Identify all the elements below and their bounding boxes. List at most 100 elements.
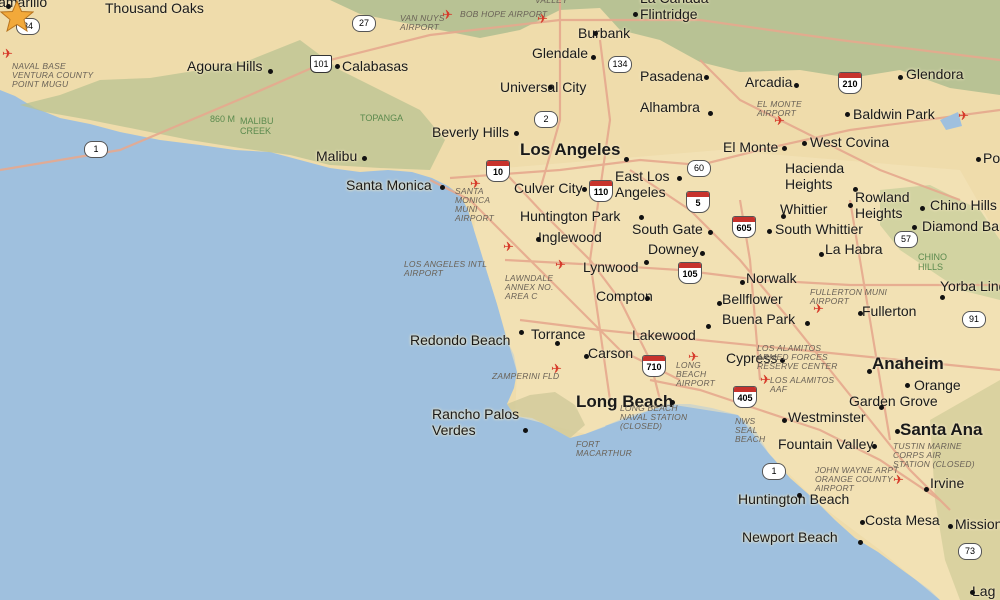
city-la-ca-ada-flintridge: La Cañada Flintridge bbox=[640, 0, 709, 22]
city-burbank: Burbank bbox=[578, 25, 631, 41]
poi-john-wayne-arpt-orange-county-airport: John Wayne Arpt Orange County Airport bbox=[815, 465, 899, 493]
city-rowland-heights-dot bbox=[848, 203, 853, 208]
city-newport-beach-dot bbox=[858, 540, 863, 545]
city-buena-park: Buena Park bbox=[722, 311, 796, 327]
city-compton-dot bbox=[645, 296, 650, 301]
city-bellflower-dot bbox=[717, 301, 722, 306]
city-west-covina-dot bbox=[802, 141, 807, 146]
poi-santa-monica-muni-airport: Santa Monica Muni Airport bbox=[455, 186, 495, 223]
interstate-405-shield-icon: 405 bbox=[733, 386, 757, 408]
city-el-monte-dot bbox=[782, 146, 787, 151]
city-mission: Mission bbox=[955, 516, 1000, 532]
park-topanga: Topanga bbox=[360, 113, 404, 123]
city-buena-park-dot bbox=[805, 321, 810, 326]
airport-icon: ✈ bbox=[760, 373, 771, 388]
city-costa-mesa: Costa Mesa bbox=[865, 512, 940, 528]
city-alhambra-dot bbox=[708, 111, 713, 116]
city-huntington-park: Huntington Park bbox=[520, 208, 621, 224]
city-santa-monica-dot bbox=[440, 185, 445, 190]
city-mission-dot bbox=[948, 524, 953, 529]
interstate-710-shield-icon: 710 bbox=[642, 355, 666, 377]
state-route-1-shield-icon: 1 bbox=[762, 463, 786, 480]
city-diamond-bar-dot bbox=[912, 225, 917, 230]
city-inglewood: Inglewood bbox=[538, 229, 602, 245]
city-alhambra: Alhambra bbox=[640, 99, 700, 115]
city-beverly-hills: Beverly Hills bbox=[432, 124, 510, 140]
city-westminster-dot bbox=[782, 418, 787, 423]
poi-lawndale-annex-no-area-c: Lawndale Annex No. Area C bbox=[505, 273, 554, 301]
state-route-91-shield-icon: 91 bbox=[962, 311, 986, 328]
city-torrance-dot bbox=[555, 341, 560, 346]
city-fountain-valley: Fountain Valley bbox=[778, 436, 874, 452]
poi-los-alamitos-aaf: Los Alamitos AAF bbox=[770, 375, 835, 394]
city-burbank-dot bbox=[593, 31, 598, 36]
city-calabasas: Calabasas bbox=[342, 58, 409, 74]
city-culver-city-dot bbox=[582, 187, 587, 192]
city-la-habra: La Habra bbox=[825, 241, 883, 257]
airport-icon: ✈ bbox=[893, 473, 904, 488]
city-malibu-dot bbox=[362, 156, 367, 161]
city-bellflower: Bellflower bbox=[722, 291, 783, 307]
city-south-whittier-dot bbox=[767, 229, 772, 234]
city-redondo-beach-dot bbox=[519, 330, 524, 335]
poi-long-beach-airport: Long Beach Airport bbox=[676, 360, 716, 388]
event-location-star-icon[interactable] bbox=[0, 0, 34, 32]
poi-nws-seal-beach: NWS Seal Beach bbox=[735, 416, 766, 444]
state-route-73-shield-icon: 73 bbox=[958, 543, 982, 560]
city-inglewood-dot bbox=[536, 237, 541, 242]
city-norwalk-dot bbox=[740, 280, 745, 285]
city-chino-hills: Chino Hills bbox=[930, 197, 997, 213]
state-route-57-shield-icon: 57 bbox=[894, 231, 918, 248]
airport-icon: ✈ bbox=[503, 240, 514, 255]
city-po-dot bbox=[976, 157, 981, 162]
map-canvas[interactable]: Los AngelesLong BeachAnaheimSanta AnaCam… bbox=[0, 0, 1000, 600]
city-arcadia-dot bbox=[794, 83, 799, 88]
city-yorba-linda: Yorba Linda bbox=[940, 278, 1000, 294]
city-newport-beach: Newport Beach bbox=[742, 529, 838, 545]
city-garden-grove: Garden Grove bbox=[849, 393, 938, 409]
city-lag-dot bbox=[970, 590, 975, 595]
airport-icon: ✈ bbox=[470, 177, 481, 192]
city-lag: Lag bbox=[972, 583, 996, 599]
city-agoura-hills: Agoura Hills bbox=[187, 58, 263, 74]
city-santa-ana-dot bbox=[895, 429, 900, 434]
airport-icon: ✈ bbox=[2, 47, 13, 62]
airport-icon: ✈ bbox=[442, 8, 453, 23]
interstate-110-shield-icon: 110 bbox=[589, 180, 613, 202]
city-glendora: Glendora bbox=[906, 66, 964, 82]
city-la-habra-dot bbox=[819, 252, 824, 257]
us-route-101-shield-icon: 101 bbox=[310, 55, 332, 73]
city-garden-grove-dot bbox=[879, 405, 884, 410]
poi-fort-macarthur: Fort MacArthur bbox=[576, 439, 632, 458]
city-south-gate-dot bbox=[708, 230, 713, 235]
city-carson: Carson bbox=[588, 345, 634, 361]
city-orange: Orange bbox=[914, 377, 961, 393]
city-compton: Compton bbox=[596, 288, 653, 304]
city-santa-monica: Santa Monica bbox=[346, 177, 432, 193]
city-beverly-hills-dot bbox=[514, 131, 519, 136]
city-santa-ana: Santa Ana bbox=[900, 420, 983, 439]
city-glendale-dot bbox=[591, 55, 596, 60]
city-rancho-palos-verdes: Rancho Palos Verdes bbox=[432, 406, 520, 438]
interstate-5-shield-icon: 5 bbox=[686, 191, 710, 213]
city-baldwin-park: Baldwin Park bbox=[853, 106, 935, 122]
city-rowland-heights: Rowland Heights bbox=[855, 189, 910, 221]
airport-icon: ✈ bbox=[555, 258, 566, 273]
city-westminster: Westminster bbox=[788, 409, 866, 425]
city-diamond-bar: Diamond Bar bbox=[922, 218, 1000, 234]
city-lynwood-dot bbox=[644, 260, 649, 265]
airport-icon: ✈ bbox=[774, 114, 785, 129]
state-route-134-shield-icon: 134 bbox=[608, 56, 632, 73]
park-chino-hills: Chino Hills bbox=[918, 252, 947, 272]
poi-los-alamitos-armed-forces-reserve-center: Los Alamitos Armed Forces Reserve Center bbox=[757, 343, 838, 371]
city-downey: Downey bbox=[648, 241, 699, 257]
city-thousand-oaks: Thousand Oaks bbox=[105, 0, 204, 16]
city-fullerton-dot bbox=[858, 311, 863, 316]
city-los-angeles-dot bbox=[624, 157, 629, 162]
city-chino-hills-dot bbox=[920, 206, 925, 211]
city-huntington-beach: Huntington Beach bbox=[738, 491, 850, 507]
interstate-105-shield-icon: 105 bbox=[678, 262, 702, 284]
city-culver-city: Culver City bbox=[514, 180, 583, 196]
poi-long-beach-naval-station-closed: Long Beach Naval Station (Closed) bbox=[620, 403, 688, 431]
city-el-monte: El Monte bbox=[723, 139, 779, 155]
